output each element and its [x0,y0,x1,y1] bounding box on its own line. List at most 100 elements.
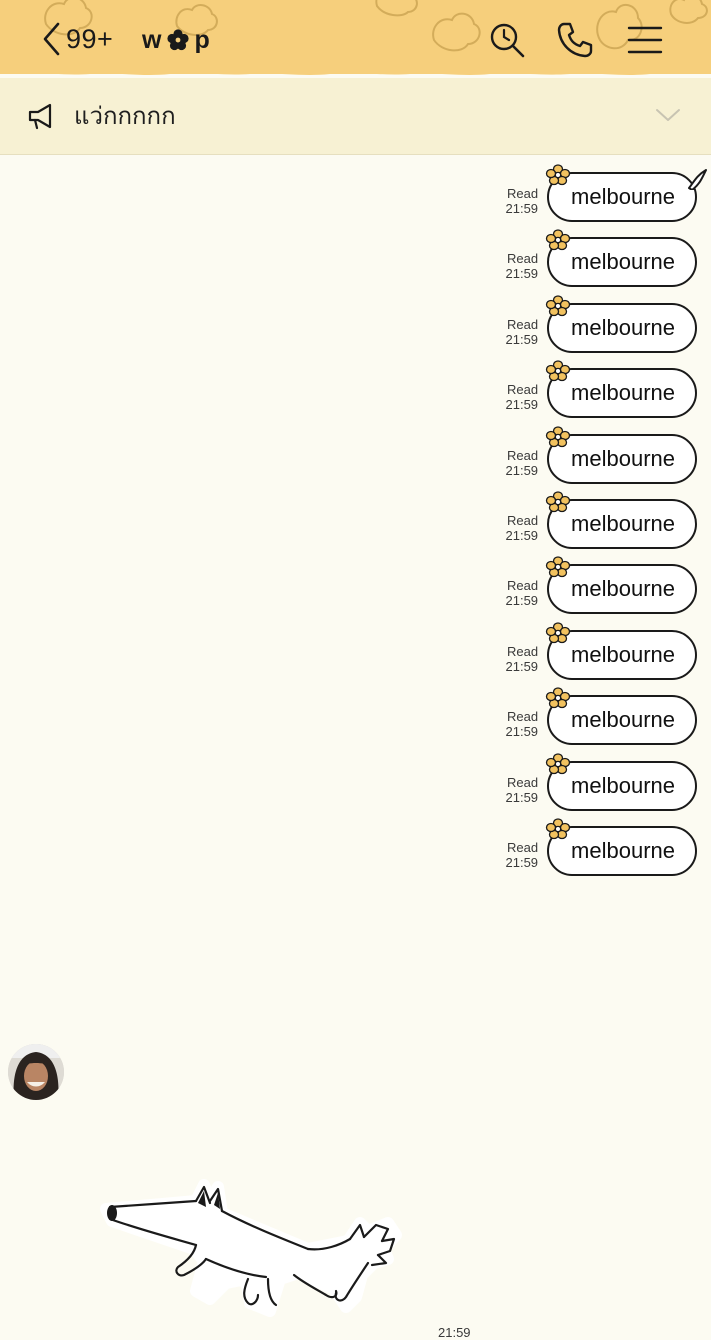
flower-icon [545,556,571,578]
read-status: Read [506,709,539,725]
message-meta: Read 21:59 [506,578,539,608]
chevron-left-icon [43,22,60,56]
flower-icon [545,752,571,774]
read-status: Read [506,513,539,528]
message-bubble[interactable]: melbourne [545,164,707,222]
chevron-down-icon[interactable] [654,106,682,124]
message-timestamp: 21:59 [505,462,539,478]
message-bubble[interactable]: melbourne [545,360,697,419]
message-timestamp: 21:59 [505,789,539,805]
message-text: melbourne [571,445,675,471]
message-bubble[interactable]: melbourne [545,491,697,549]
read-status: Read [506,774,539,790]
chat-title-left: w [142,25,163,54]
message-timestamp: 21:59 [505,855,539,870]
sent-message-row: Read 21:59 melbourne [506,295,697,354]
flower-icon [167,29,190,51]
flower-icon [545,425,571,447]
message-bubble[interactable]: melbourne [545,687,697,746]
search-icon[interactable] [487,20,527,60]
avatar[interactable] [8,1044,64,1100]
menu-icon[interactable] [625,20,665,60]
message-text: melbourne [571,641,675,667]
read-status: Read [506,382,539,398]
read-status: Read [506,840,539,855]
flower-icon [545,229,571,251]
read-status: Read [506,643,539,659]
sent-message-row: Read 21:59 melbourne [506,164,707,223]
sent-message-row: Read 21:59 melbourne [506,229,697,288]
message-text: melbourne [571,511,675,536]
message-timestamp: 21:59 [505,724,539,740]
sent-message-row: Read 21:59 melbourne [506,818,697,877]
message-meta: Read 21:59 [506,382,539,412]
message-timestamp: 21:59 [505,266,539,282]
sent-message-row: Read 21:59 melbourne [506,491,697,550]
flower-icon [545,295,571,316]
read-status: Read [506,251,539,267]
bubble-tail [688,169,707,190]
flower-icon [545,687,571,709]
read-status: Read [506,316,539,332]
message-timestamp: 21:59 [505,201,539,216]
message-timestamp: 21:59 [505,331,539,347]
message-timestamp: 21:59 [505,528,539,543]
message-meta: Read 21:59 [506,840,539,870]
read-status: Read [506,578,539,594]
message-text: melbourne [571,772,675,798]
message-bubble[interactable]: melbourne [545,556,697,615]
message-meta: Read 21:59 [506,513,539,543]
message-timestamp: 21:59 [505,397,539,413]
announcement-text: แว่กกกกก [74,102,176,130]
message-text: melbourne [571,314,675,340]
sent-message-row: Read 21:59 melbourne [506,425,697,485]
sent-message-row: Read 21:59 melbourne [506,360,697,419]
announcement-bar[interactable]: แว่กกกกก [0,78,711,155]
message-bubble[interactable]: melbourne [545,295,697,353]
message-text: melbourne [571,380,675,406]
avatar-image [8,1044,64,1100]
read-status: Read [506,186,539,201]
back-button[interactable]: 99+ [40,18,113,60]
flower-icon [545,818,571,840]
message-timestamp: 21:59 [505,658,539,674]
sent-message-row: Read 21:59 melbourne [506,556,697,615]
message-meta: Read 21:59 [506,251,539,281]
leaf-decoration-icon [432,12,481,52]
message-meta: Read 21:59 [506,644,539,674]
message-text: melbourne [571,249,675,275]
leaf-decoration-icon [669,0,708,24]
unread-count: 99+ [66,23,114,54]
flower-icon [545,622,571,643]
flower-icon [545,164,571,186]
dog-sticker[interactable] [98,1179,414,1321]
message-bubble[interactable]: melbourne [545,425,697,484]
leaf-decoration-icon [375,0,418,17]
message-text: melbourne [571,576,675,602]
flower-icon [545,360,571,382]
message-timestamp: 21:59 [505,593,539,609]
chat-header: 99+ w p [0,0,711,74]
message-meta: Read 21:59 [506,775,539,805]
sticker-timestamp: 21:59 [438,1325,471,1340]
sent-message-row: Read 21:59 melbourne [506,622,697,681]
chat-title[interactable]: w p [142,24,211,56]
message-meta: Read 21:59 [506,317,539,347]
message-bubble[interactable]: melbourne [545,752,697,811]
message-text: melbourne [571,707,675,733]
message-bubble[interactable]: melbourne [545,818,697,876]
message-bubble[interactable]: melbourne [545,229,697,288]
sent-message-row: Read 21:59 melbourne [506,752,697,812]
message-text: melbourne [571,184,675,209]
message-meta: Read 21:59 [506,709,539,739]
message-bubble[interactable]: melbourne [545,622,697,680]
message-meta: Read 21:59 [506,448,539,478]
phone-icon[interactable] [555,20,595,60]
message-list[interactable]: Read 21:59 melbourne Read 21:59 melbourne Read… [0,155,711,1340]
flower-icon [545,491,571,513]
sent-message-row: Read 21:59 melbourne [506,687,697,746]
message-meta: Read 21:59 [506,186,539,216]
message-text: melbourne [571,838,675,863]
read-status: Read [506,447,539,463]
chat-title-right: p [194,25,211,54]
